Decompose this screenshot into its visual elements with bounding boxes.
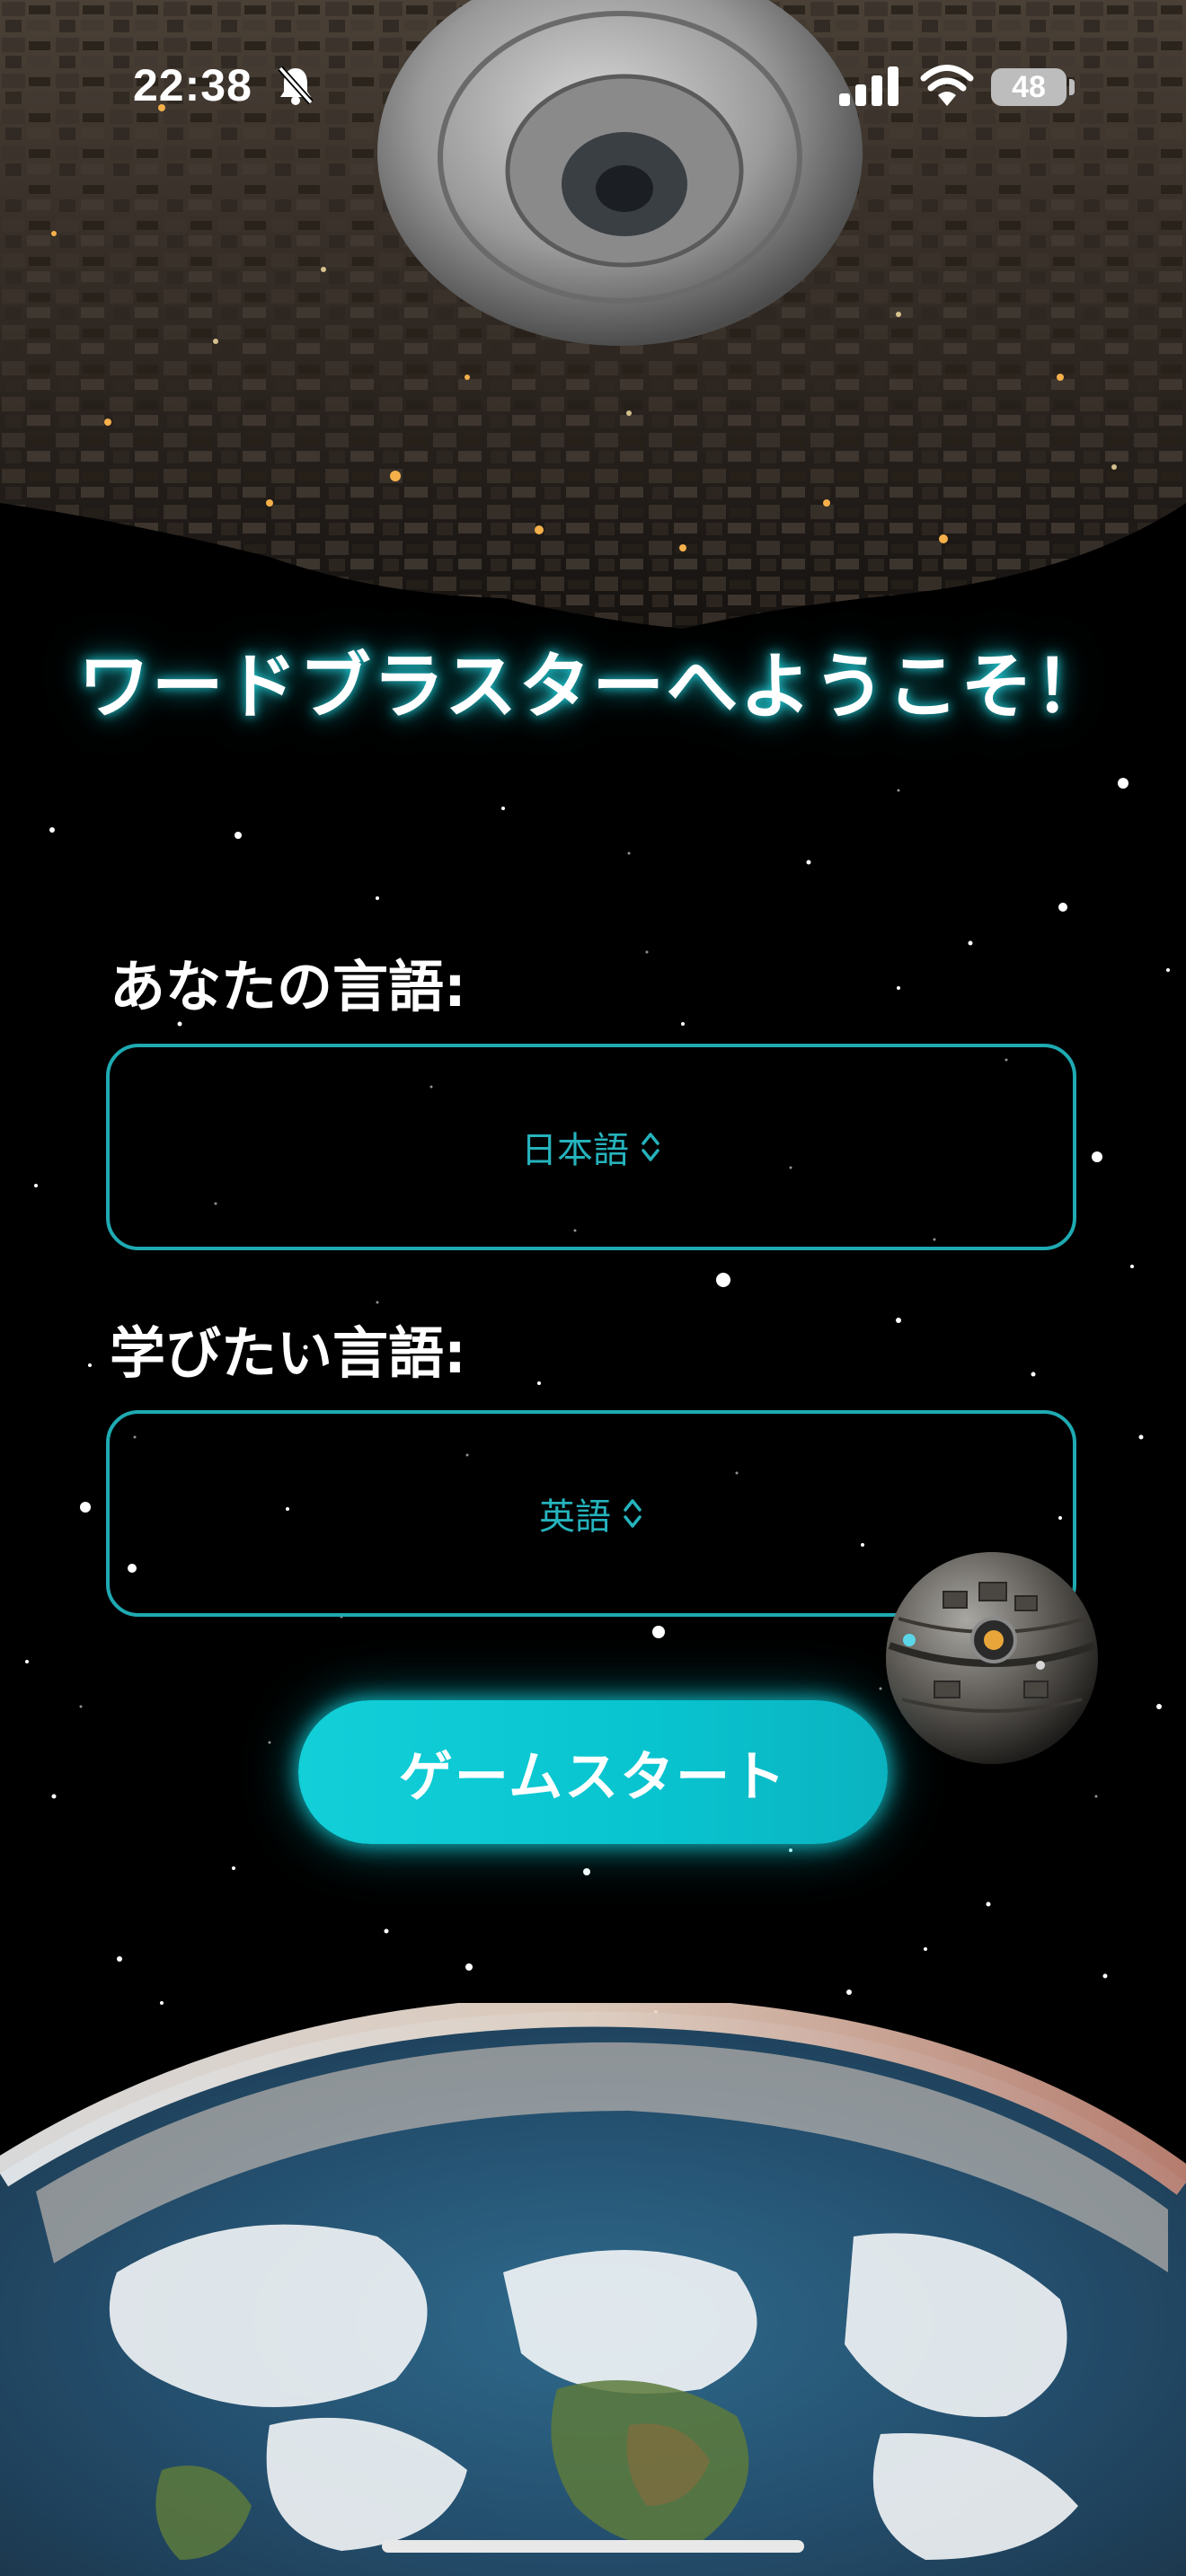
chevron-up-down-icon (624, 1499, 642, 1528)
earth-illustration (0, 2003, 1186, 2576)
target-language-value: 英語 (539, 1496, 611, 1538)
game-start-button[interactable]: ゲームスタート (298, 1700, 888, 1844)
cellular-signal-icon (839, 66, 898, 106)
small-planet-illustration (886, 1552, 1098, 1764)
welcome-screen: 22:38 48 ワードブラスターへようこそ！ あなたの言語: 日本語 学びたい… (0, 0, 1186, 2576)
native-language-select[interactable]: 日本語 (106, 1044, 1076, 1250)
target-language-label: 学びたい言語: (110, 1320, 466, 1386)
wifi-icon (920, 65, 974, 106)
battery-cap (1069, 79, 1075, 95)
battery-icon: 48 (991, 68, 1067, 106)
chevron-up-down-icon (642, 1133, 659, 1161)
game-start-label: ゲームスタート (398, 1745, 788, 1809)
battery-level: 48 (1012, 69, 1046, 104)
native-language-value: 日本語 (521, 1130, 629, 1171)
status-time: 22:38 (133, 60, 252, 110)
native-language-label: あなたの言語: (110, 954, 466, 1019)
home-indicator[interactable] (382, 2540, 804, 2553)
bell-slash-icon (278, 66, 314, 105)
welcome-title: ワードブラスターへようこそ！ (77, 645, 1109, 728)
